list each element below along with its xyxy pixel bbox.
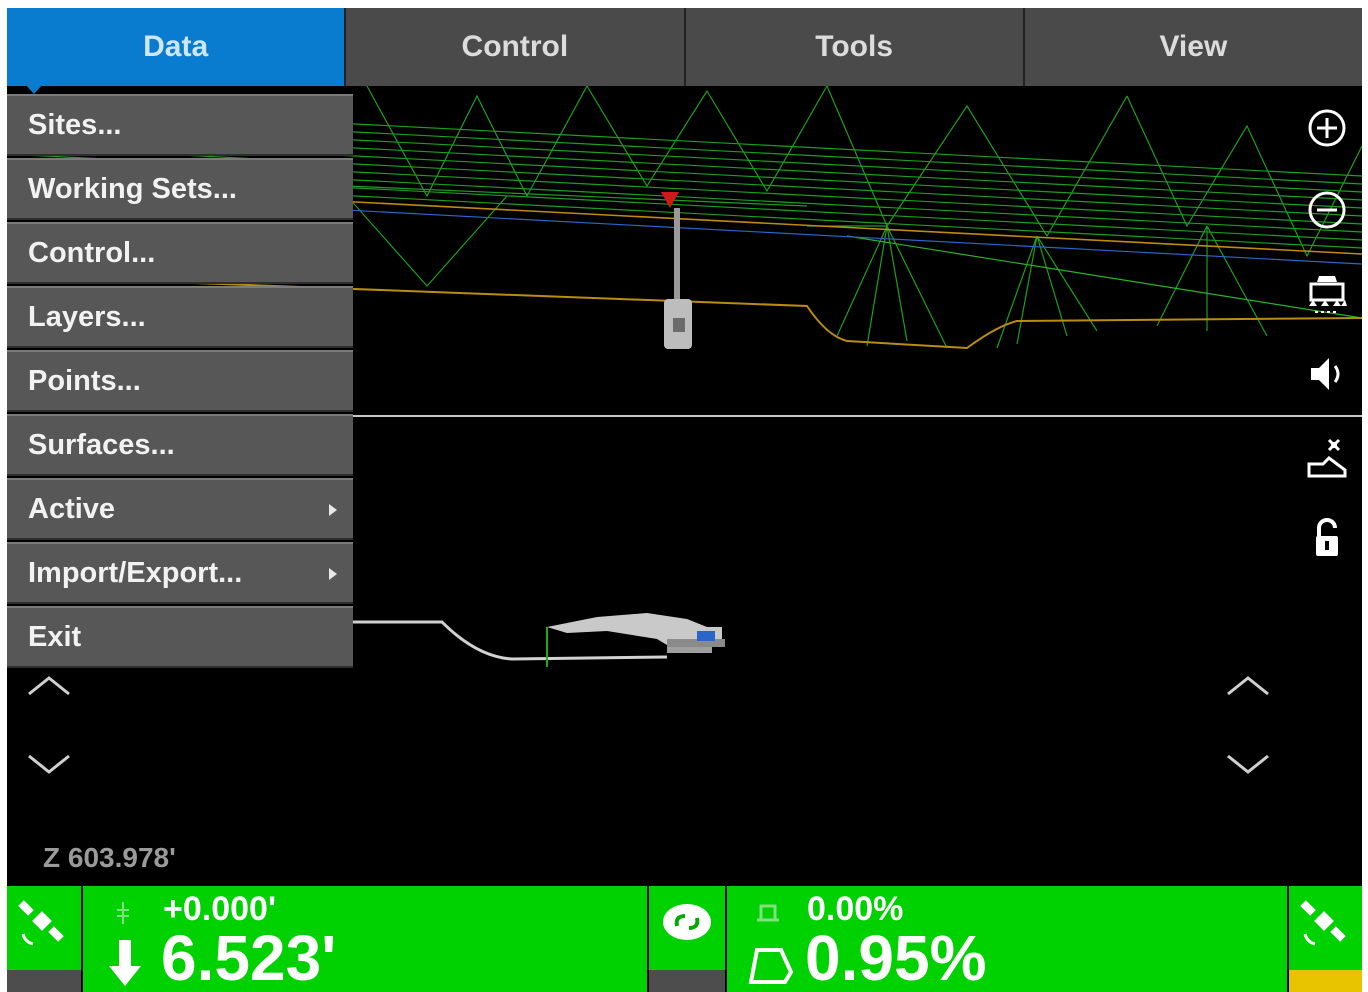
- menu-item-active[interactable]: Active: [7, 478, 353, 540]
- app-frame: Data Control Tools View Sites... Working…: [7, 8, 1362, 992]
- offset-icon: [117, 902, 129, 924]
- tab-data[interactable]: Data: [7, 8, 347, 86]
- gnss-status-right[interactable]: [1289, 886, 1362, 992]
- menu-item-surfaces[interactable]: Surfaces...: [7, 414, 353, 476]
- speaker-icon[interactable]: [1303, 350, 1351, 398]
- cut-fill-panel[interactable]: +0.000' 6.523': [83, 886, 647, 992]
- scroll-up-left-icon[interactable]: [25, 670, 73, 700]
- gnss-indicator-left: [7, 970, 81, 992]
- menu-item-import-export[interactable]: Import/Export...: [7, 542, 353, 604]
- scroll-down-left-icon[interactable]: [25, 750, 73, 780]
- menu-item-label: Exit: [28, 620, 82, 653]
- submenu-arrow-icon: [329, 504, 337, 516]
- top-menu-bar: Data Control Tools View: [7, 8, 1362, 86]
- menu-item-exit[interactable]: Exit: [7, 606, 353, 668]
- link-icon: [663, 904, 711, 940]
- status-bar: +0.000' 6.523' 0.00% 0.95%: [7, 886, 1362, 992]
- menu-item-label: Layers...: [28, 300, 146, 333]
- menu-item-label: Import/Export...: [28, 556, 243, 589]
- submenu-arrow-icon: [329, 568, 337, 580]
- scroll-up-right-icon[interactable]: [1224, 670, 1272, 700]
- machine-view-icon[interactable]: [1303, 270, 1351, 318]
- slope-panel[interactable]: 0.00% 0.95%: [727, 886, 1287, 992]
- satellite-icon: [1300, 900, 1346, 946]
- main-slope-value: 0.95%: [805, 922, 987, 992]
- menu-item-control[interactable]: Control...: [7, 222, 353, 284]
- data-dropdown-menu: Sites... Working Sets... Control... Laye…: [7, 94, 353, 670]
- menu-item-label: Surfaces...: [28, 428, 175, 461]
- menu-item-sites[interactable]: Sites...: [7, 94, 353, 156]
- zoom-in-icon[interactable]: [1303, 104, 1351, 152]
- elevation-readout: Z 603.978': [43, 842, 176, 873]
- menu-item-label: Sites...: [28, 108, 122, 141]
- menu-item-label: Control...: [28, 236, 156, 269]
- down-arrow-icon: [109, 940, 141, 986]
- menu-item-points[interactable]: Points...: [7, 350, 353, 412]
- lock-icon[interactable]: [1303, 514, 1351, 562]
- menu-item-label: Working Sets...: [28, 172, 237, 205]
- cross-slope-icon: [757, 904, 779, 922]
- main-slope-icon: [748, 948, 794, 984]
- tab-tools[interactable]: Tools: [685, 8, 1025, 86]
- menu-item-layers[interactable]: Layers...: [7, 286, 353, 348]
- cut-fill-value: 6.523': [161, 922, 337, 992]
- bucket-icon[interactable]: [1303, 434, 1351, 482]
- connection-indicator: [649, 970, 725, 992]
- auto-mode-indicator: [1289, 970, 1362, 992]
- satellite-icon: [18, 900, 64, 946]
- active-tab-pointer: [25, 84, 43, 94]
- menu-item-label: Active: [28, 492, 116, 525]
- scroll-down-right-icon[interactable]: [1224, 750, 1272, 780]
- menu-item-label: Points...: [28, 364, 141, 397]
- connection-panel[interactable]: [649, 886, 725, 992]
- zoom-out-icon[interactable]: [1303, 186, 1351, 234]
- tab-view[interactable]: View: [1024, 8, 1362, 86]
- gnss-status-left[interactable]: [7, 886, 81, 992]
- menu-item-working-sets[interactable]: Working Sets...: [7, 158, 353, 220]
- tab-control[interactable]: Control: [346, 8, 686, 86]
